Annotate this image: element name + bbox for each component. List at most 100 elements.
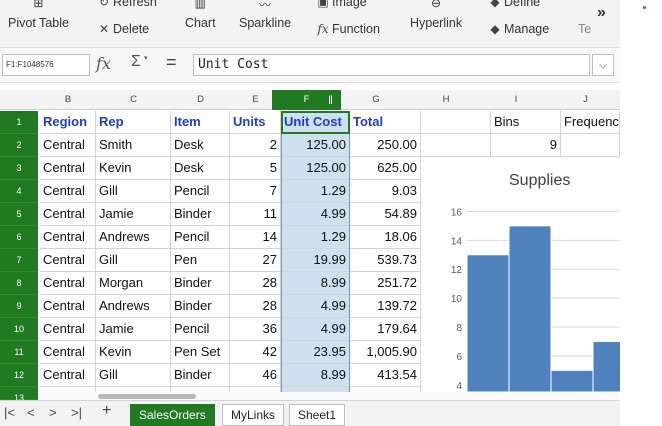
add-sheet-button[interactable]: + (102, 402, 111, 420)
cell-total[interactable]: 539.73 (350, 249, 421, 272)
delete-button[interactable]: ✕ Delete (95, 22, 149, 36)
row-header[interactable]: 5 (0, 203, 38, 226)
ribbon-more-chevron-icon[interactable]: » (597, 4, 606, 22)
cell-item[interactable]: Binder (171, 364, 230, 387)
row-header[interactable]: 1 (0, 111, 38, 134)
cell-rep[interactable]: Morgan (96, 272, 171, 295)
cell-units[interactable]: 14 (230, 226, 281, 249)
cell-units[interactable]: 7 (230, 180, 281, 203)
column-resize-handle-icon[interactable]: ‖ (328, 90, 333, 110)
cell-units[interactable]: Units (230, 111, 281, 134)
cell-item[interactable]: Pen Set (171, 341, 230, 364)
cell-total[interactable]: 9.03 (350, 180, 421, 203)
row-header[interactable]: 12 (0, 364, 38, 387)
cell-total[interactable]: 251.72 (350, 272, 421, 295)
next-sheet-button[interactable]: > (49, 405, 57, 420)
horizontal-scrollbar-thumb[interactable] (98, 394, 196, 399)
column-header-i[interactable]: I (481, 90, 551, 110)
cell-unit-cost[interactable]: 19.99 (281, 249, 350, 272)
function-button[interactable]: fx Function (314, 22, 380, 36)
cell-region[interactable]: Central (40, 272, 96, 295)
cell-bins-value[interactable]: 9 (491, 134, 561, 157)
cell-region[interactable]: Central (40, 157, 96, 180)
cell-total[interactable]: 179.64 (350, 318, 421, 341)
cell-h1[interactable] (421, 111, 491, 134)
cell-unit-cost[interactable]: 1.29 (281, 180, 350, 203)
tab-sheet1[interactable]: Sheet1 (289, 404, 346, 426)
cell-units[interactable]: 42 (230, 341, 281, 364)
cell-region[interactable]: Central (40, 364, 96, 387)
cell-units[interactable]: 5 (230, 157, 281, 180)
cell-units[interactable]: 2 (230, 134, 281, 157)
cell-rep[interactable]: Andrews (96, 226, 171, 249)
column-header-g[interactable]: G (341, 90, 411, 110)
cell-item[interactable]: Desk (171, 134, 230, 157)
cell-region[interactable]: Central (40, 226, 96, 249)
row-header[interactable]: 7 (0, 249, 38, 272)
cell-j2[interactable] (561, 134, 620, 157)
cell-frequency-label[interactable]: Frequenc (561, 111, 620, 134)
cell-rep[interactable]: Kevin (96, 157, 171, 180)
row-header[interactable]: 10 (0, 318, 38, 341)
cell-unit-cost[interactable]: 125.00 (281, 134, 350, 157)
cell-region[interactable]: Region (40, 111, 96, 134)
cell-total[interactable]: 413.54 (350, 364, 421, 387)
cell-item[interactable]: Binder (171, 203, 230, 226)
column-header-d[interactable]: D (171, 90, 230, 110)
cell-total[interactable]: 250.00 (350, 134, 421, 157)
cell-item[interactable]: Pencil (171, 180, 230, 203)
row-header[interactable]: 8 (0, 272, 38, 295)
row-header[interactable]: 3 (0, 157, 38, 180)
formula-input[interactable]: Unit Cost (193, 54, 590, 76)
cell-units[interactable]: 27 (230, 249, 281, 272)
sparkline-button[interactable]: 〰 Sparkline (239, 0, 291, 30)
cell-region[interactable]: Central (40, 249, 96, 272)
cell-region[interactable]: Central (40, 341, 96, 364)
cell-unit-cost[interactable]: 4.99 (281, 295, 350, 318)
column-header-b[interactable]: B (40, 90, 96, 110)
cell-region[interactable]: Central (40, 295, 96, 318)
cell-unit-cost[interactable]: 125.00 (281, 157, 350, 180)
refresh-button[interactable]: ↻ Refresh (95, 0, 157, 9)
cell-item[interactable]: Pen (171, 249, 230, 272)
cell-rep[interactable]: Andrews (96, 295, 171, 318)
column-header-j[interactable]: J (551, 90, 620, 110)
cell-unit-cost[interactable]: 4.99 (281, 203, 350, 226)
cell-item[interactable]: Binder (171, 295, 230, 318)
cell-item[interactable]: Pencil (171, 318, 230, 341)
column-header-f[interactable]: F ‖ (272, 90, 341, 110)
first-sheet-button[interactable]: |< (4, 405, 15, 420)
cell-unit-cost[interactable]: 1.29 (281, 226, 350, 249)
cell-total[interactable]: Total (350, 111, 421, 134)
row-header[interactable]: 2 (0, 134, 38, 157)
cell-rep[interactable]: Smith (96, 134, 171, 157)
image-button[interactable]: ▣ Image (314, 0, 366, 9)
cell-bins-label[interactable]: Bins (491, 111, 561, 134)
cell-item[interactable]: Binder (171, 272, 230, 295)
prev-sheet-button[interactable]: < (27, 405, 35, 420)
cell-total[interactable]: 54.89 (350, 203, 421, 226)
pivot-table-button[interactable]: ⊞ Pivot Table (8, 0, 69, 30)
row-header[interactable]: 13 (0, 387, 38, 403)
cell-units[interactable]: 46 (230, 364, 281, 387)
cell-unit-cost[interactable]: 8.99 (281, 272, 350, 295)
cell-unit-cost[interactable]: 8.99 (281, 364, 350, 387)
cell-rep[interactable]: Gill (96, 180, 171, 203)
cell-unit-cost[interactable]: 23.95 (281, 341, 350, 364)
formula-expand-button[interactable]: ⌵ (592, 54, 614, 76)
cell-units[interactable]: 28 (230, 272, 281, 295)
cell-rep[interactable]: Kevin (96, 341, 171, 364)
cell-units[interactable]: 36 (230, 318, 281, 341)
row-header[interactable]: 6 (0, 226, 38, 249)
hyperlink-button[interactable]: ⊖ Hyperlink (410, 0, 462, 30)
cell-region[interactable]: Central (40, 134, 96, 157)
cell-total[interactable]: 139.72 (350, 295, 421, 318)
row-header[interactable]: 4 (0, 180, 38, 203)
row-header[interactable]: 9 (0, 295, 38, 318)
cell-rep[interactable]: Jamie (96, 318, 171, 341)
tab-mylinks[interactable]: MyLinks (222, 404, 285, 426)
autosum-dropdown-icon[interactable]: ▾ (144, 54, 148, 62)
cell-rep[interactable]: Gill (96, 249, 171, 272)
cell-h2[interactable] (421, 134, 491, 157)
cell-region[interactable]: Central (40, 203, 96, 226)
